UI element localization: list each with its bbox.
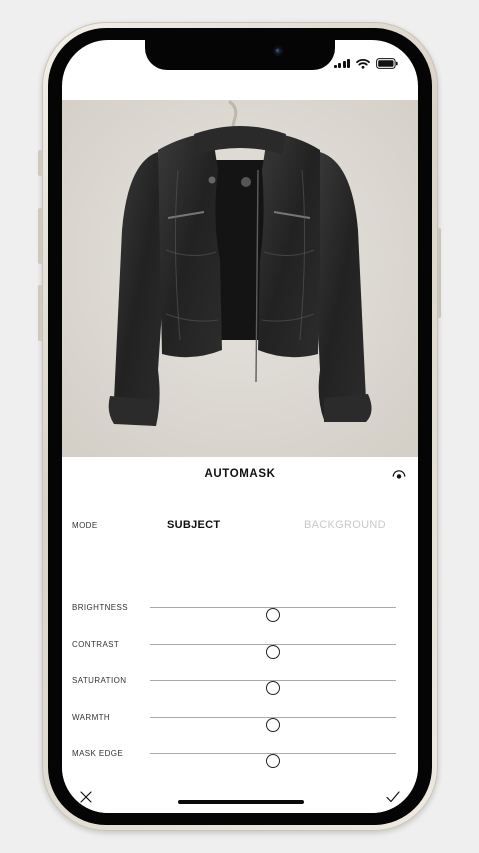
close-icon[interactable]: [79, 790, 93, 804]
slider-label: WARMTH: [72, 713, 111, 722]
battery-icon: [376, 57, 398, 69]
cellular-signal-icon: [333, 58, 350, 68]
status-bar: [333, 56, 399, 70]
jacket-photo: [62, 100, 418, 457]
mask-edge-slider-row: MASK EDGE: [72, 745, 408, 768]
mask-edge-slider-thumb[interactable]: [266, 754, 280, 768]
notch: [145, 40, 335, 70]
brightness-slider-row: BRIGHTNESS: [72, 599, 408, 622]
jacket-illustration: [62, 100, 418, 457]
mode-background-option[interactable]: BACKGROUND: [304, 519, 386, 531]
mode-subject-option[interactable]: SUBJECT: [167, 519, 220, 531]
phone-screen: AUTOMASK MODE SUBJECT BACKGROUND BRIGHTN…: [62, 40, 418, 813]
brightness-slider-thumb[interactable]: [266, 608, 280, 622]
brightness-slider-track[interactable]: [150, 607, 396, 622]
front-camera: [273, 46, 283, 56]
panel-title: AUTOMASK: [204, 468, 276, 480]
slider-label: MASK EDGE: [72, 749, 124, 758]
saturation-slider-thumb[interactable]: [266, 681, 280, 695]
mode-label: MODE: [72, 521, 98, 530]
warmth-slider-thumb[interactable]: [266, 718, 280, 732]
warmth-slider-track[interactable]: [150, 717, 396, 732]
slider-label: CONTRAST: [72, 640, 120, 649]
slider-label: BRIGHTNESS: [72, 603, 129, 612]
home-indicator[interactable]: [178, 800, 304, 804]
contrast-slider-track[interactable]: [150, 644, 396, 659]
saturation-slider-track[interactable]: [150, 680, 396, 695]
stage: AUTOMASK MODE SUBJECT BACKGROUND BRIGHTN…: [0, 0, 479, 853]
contrast-slider-thumb[interactable]: [266, 645, 280, 659]
slider-label: SATURATION: [72, 676, 127, 685]
mask-edge-slider-track[interactable]: [150, 753, 396, 768]
automask-panel: AUTOMASK MODE SUBJECT BACKGROUND BRIGHTN…: [62, 457, 418, 813]
warmth-slider-row: WARMTH: [72, 709, 408, 732]
checkmark-icon[interactable]: [385, 790, 401, 804]
saturation-slider-row: SATURATION: [72, 672, 408, 695]
contrast-slider-row: CONTRAST: [72, 636, 408, 659]
mode-row: MODE SUBJECT BACKGROUND: [72, 519, 408, 537]
eye-toggle-icon[interactable]: [392, 468, 406, 480]
wifi-icon: [356, 58, 370, 69]
